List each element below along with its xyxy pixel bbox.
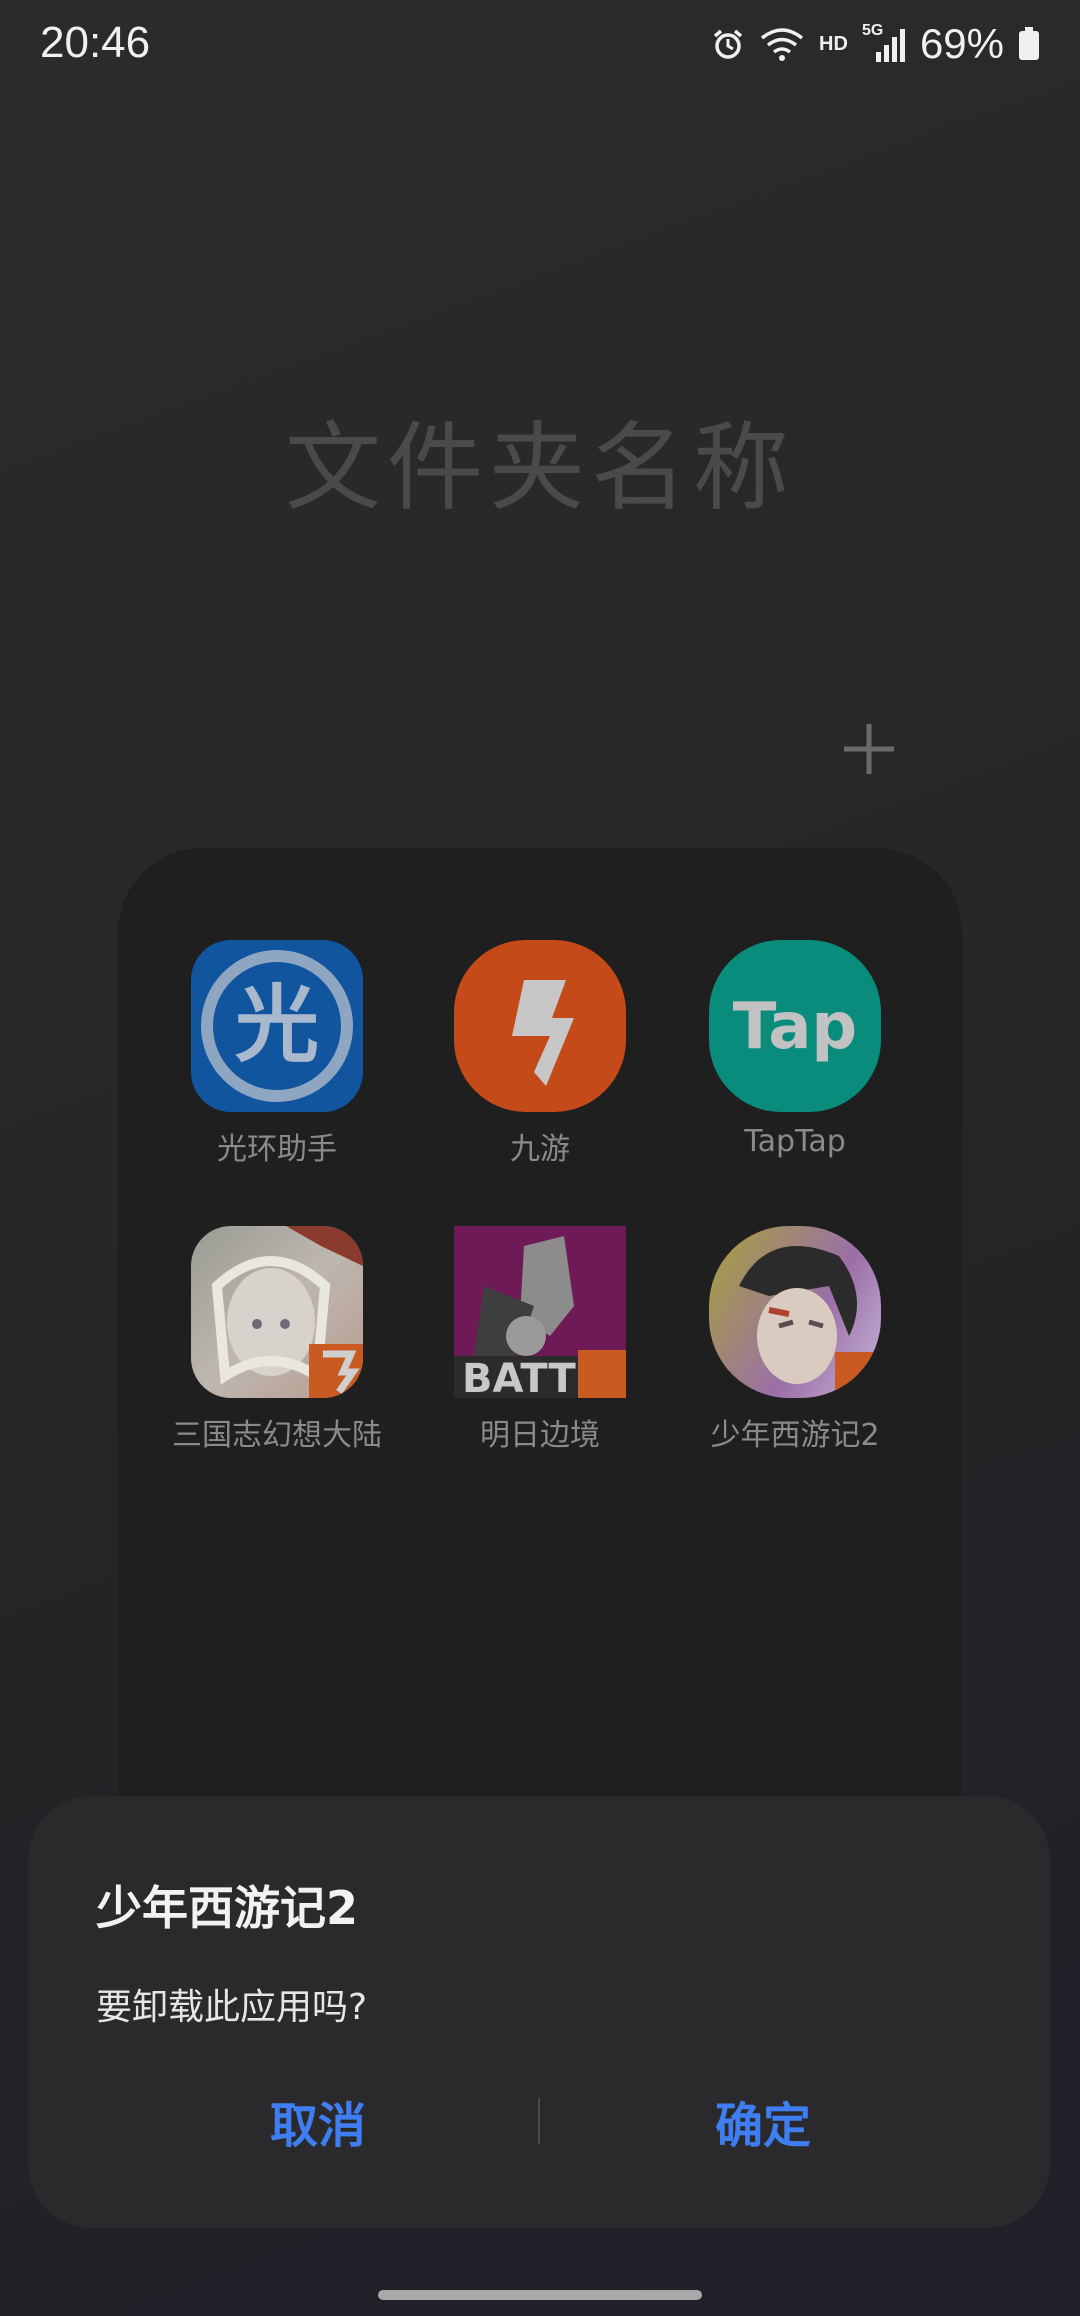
- mingri-bianjing-game-icon: BATTL: [454, 1226, 626, 1398]
- app-mingri-bianjing[interactable]: BATTL 明日边境: [413, 1226, 667, 1454]
- app-guanghuan[interactable]: 光 光环助手: [150, 940, 404, 1168]
- app-taptap[interactable]: Tap TapTap: [668, 940, 922, 1159]
- app-label: 明日边境: [480, 1418, 600, 1453]
- app-jiuyou[interactable]: 九游: [413, 940, 667, 1168]
- status-bar: 20:46 HD 5G 69%: [0, 0, 1080, 96]
- wifi-icon: [760, 28, 804, 61]
- dialog-title: 少年西游记2: [96, 1881, 359, 1935]
- status-time: 20:46: [40, 18, 151, 67]
- folder-panel: 光 光环助手 九游 Tap TapTap 三国志幻想大陆 BATTL 明日边境 …: [118, 848, 962, 1848]
- cell-signal-icon: [875, 29, 905, 62]
- app-label: 少年西游记2: [710, 1418, 880, 1453]
- folder-name-input[interactable]: 文件夹名称: [0, 390, 1080, 529]
- jiuyou-icon: [454, 940, 626, 1112]
- confirm-button[interactable]: 确定: [613, 2086, 913, 2156]
- taptap-icon: Tap: [709, 940, 881, 1112]
- status-icons: HD 5G 69%: [711, 20, 1040, 68]
- app-sanguozhi[interactable]: 三国志幻想大陆: [150, 1226, 404, 1454]
- app-shaonian-xiyouji2[interactable]: 少年西游记2: [668, 1226, 922, 1454]
- home-indicator[interactable]: [378, 2290, 702, 2300]
- shaonian-xiyouji2-game-icon: [709, 1226, 881, 1398]
- sanguozhi-game-icon: [191, 1226, 363, 1398]
- taptap-icon-text: Tap: [733, 990, 857, 1064]
- dialog-message: 要卸载此应用吗?: [96, 1987, 368, 2028]
- guanghuan-icon: 光: [191, 940, 363, 1112]
- app-label: 九游: [510, 1132, 570, 1167]
- battery-percent: 69%: [919, 20, 1004, 67]
- uninstall-dialog: 少年西游记2 要卸载此应用吗? 取消 确定: [28, 1796, 1050, 2228]
- alarm-icon: [713, 29, 743, 59]
- hd-label: HD: [819, 32, 848, 55]
- battery-icon: [1019, 27, 1039, 60]
- home-screen: 20:46 HD 5G 69% 文件夹名称 光 光环助手 九游 Tap TapT…: [0, 0, 1080, 2316]
- svg-text:光: 光: [235, 976, 319, 1074]
- button-divider: [538, 2098, 540, 2144]
- cancel-button[interactable]: 取消: [168, 2086, 468, 2156]
- app-label: TapTap: [744, 1124, 846, 1159]
- app-label: 光环助手: [217, 1132, 337, 1167]
- add-apps-icon[interactable]: [840, 720, 898, 778]
- app-label: 三国志幻想大陆: [172, 1418, 382, 1453]
- cell-signal: 5G: [862, 22, 906, 62]
